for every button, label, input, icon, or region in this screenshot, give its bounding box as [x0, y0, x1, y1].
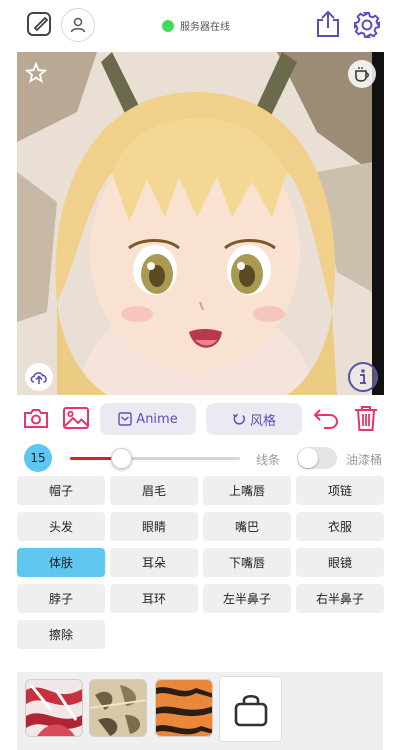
slider-thumb[interactable] [111, 448, 132, 469]
toggle-knob [298, 448, 318, 468]
info-icon[interactable] [348, 362, 378, 392]
image-gallery-icon[interactable] [62, 404, 90, 432]
texture-thumb-beige-leaf[interactable] [89, 679, 147, 737]
texture-strip [17, 672, 383, 750]
part-button[interactable]: 左半鼻子 [203, 584, 291, 613]
action-toolbar: Anime 风格 [0, 400, 400, 436]
frame-icon [118, 412, 132, 426]
refresh-icon [232, 413, 246, 425]
part-button[interactable]: 耳环 [110, 584, 198, 613]
line-mode-label: 线条 [256, 453, 281, 467]
paint-bucket-label: 油漆桶 [346, 453, 383, 467]
status-text: 服务器在线 [180, 22, 230, 33]
shopping-bag-icon[interactable] [219, 676, 282, 742]
server-status: 服务器在线 [162, 18, 230, 33]
part-button[interactable]: 右半鼻子 [296, 584, 384, 613]
anime-portrait-image [17, 52, 372, 395]
style-button-label: 风格 [249, 413, 276, 429]
brush-size-badge[interactable]: 15 [24, 444, 52, 472]
part-button[interactable]: 眼镜 [296, 548, 384, 577]
part-button[interactable]: 上嘴唇 [203, 476, 291, 505]
anime-button-label: Anime [136, 411, 178, 427]
part-button[interactable]: 眼睛 [110, 512, 198, 541]
anime-button[interactable]: Anime [100, 403, 196, 435]
fill-mode-toggle[interactable] [297, 447, 337, 469]
style-button[interactable]: 风格 [206, 403, 302, 435]
part-button[interactable]: 衣服 [296, 512, 384, 541]
coffee-cup-icon[interactable] [348, 60, 376, 88]
part-button[interactable]: 项链 [296, 476, 384, 505]
status-dot [162, 19, 174, 32]
part-button[interactable]: 眉毛 [110, 476, 198, 505]
part-button[interactable]: 脖子 [17, 584, 105, 613]
texture-thumb-red-white[interactable] [25, 679, 83, 737]
edit-note-icon[interactable] [24, 9, 54, 39]
image-canvas[interactable] [17, 52, 384, 395]
part-button[interactable]: 头发 [17, 512, 105, 541]
brush-size-slider[interactable] [70, 448, 240, 469]
part-button[interactable]: 擦除 [17, 620, 105, 649]
part-button[interactable]: 帽子 [17, 476, 105, 505]
star-icon[interactable] [23, 60, 49, 86]
brush-controls: 15 线条 油漆桶 [0, 444, 400, 472]
gear-icon[interactable] [351, 9, 383, 41]
top-bar: 服务器在线 [0, 0, 400, 50]
part-button[interactable]: 体肤 [17, 548, 105, 577]
share-icon[interactable] [313, 8, 343, 40]
undo-icon[interactable] [312, 404, 340, 432]
texture-thumb-orange-stripe[interactable] [155, 679, 213, 737]
part-button[interactable]: 耳朵 [110, 548, 198, 577]
part-button[interactable]: 嘴巴 [203, 512, 291, 541]
part-button[interactable]: 下嘴唇 [203, 548, 291, 577]
cloud-upload-icon[interactable] [25, 363, 53, 391]
user-icon[interactable] [61, 8, 95, 42]
camera-icon[interactable] [22, 404, 50, 432]
trash-icon[interactable] [352, 404, 380, 432]
